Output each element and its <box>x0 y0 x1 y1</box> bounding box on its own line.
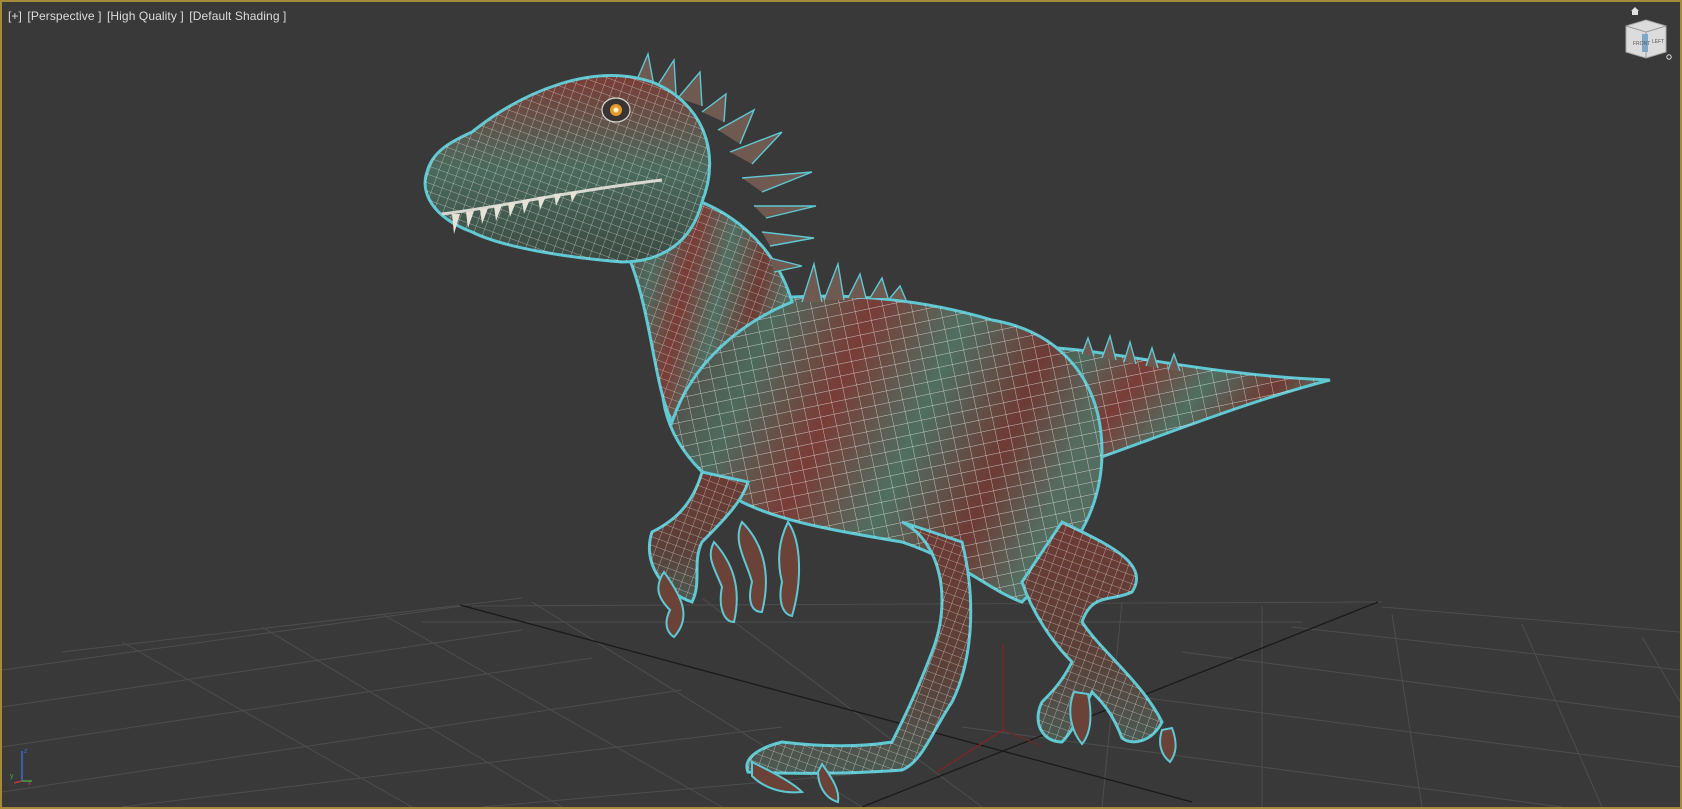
tripod-y-label: y <box>10 773 14 780</box>
viewcube-icon[interactable]: FRONT LEFT <box>1622 12 1668 64</box>
ground-grid <box>2 597 1680 807</box>
viewcube-menu-icon[interactable] <box>1666 54 1672 60</box>
perspective-viewport[interactable]: [+] [Perspective ] [High Quality ] [Defa… <box>0 0 1682 809</box>
scene-canvas[interactable] <box>2 2 1680 807</box>
viewcube-front-label: FRONT <box>1633 41 1650 47</box>
tripod-z-label: z <box>24 748 28 755</box>
axis-tripod-icon: z y x <box>10 748 32 785</box>
viewcube-left-label: LEFT <box>1652 39 1664 45</box>
dinosaur-model[interactable] <box>423 51 1331 804</box>
tripod-x-label: x <box>28 781 31 785</box>
